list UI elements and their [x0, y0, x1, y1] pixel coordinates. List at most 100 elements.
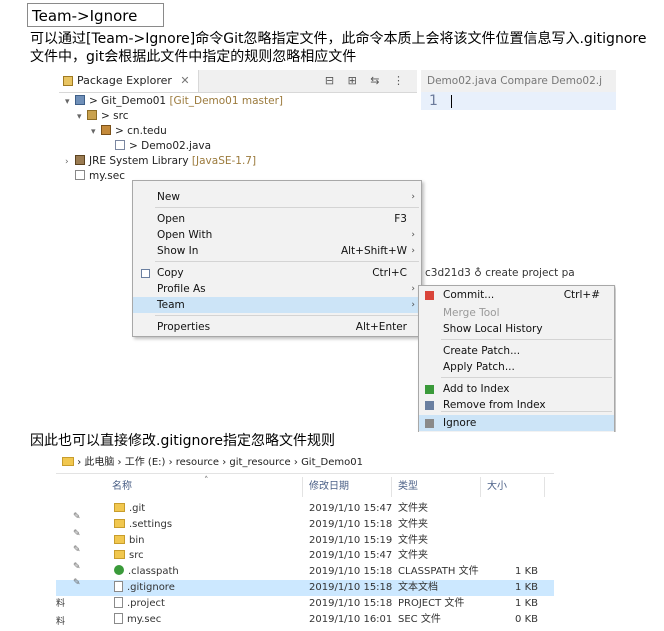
breadcrumb-item[interactable]: git_resource [229, 457, 290, 468]
eclipse-screenshot: Package Explorer ✕ ⊟ ⊞ ⇆ ⋮ ▾ > Git_Demo01… [59, 70, 616, 432]
menu-item-label: Show In [157, 245, 199, 257]
file-row[interactable]: .classpath 2019/1/10 15:18 CLASSPATH 文件 1 K… [56, 564, 554, 580]
submenu-arrow-icon: › [411, 230, 415, 240]
pin-icon[interactable]: ✎ [73, 545, 81, 555]
expand-arrow-icon[interactable]: ▾ [65, 95, 75, 110]
tree-item[interactable]: ▾ > src [65, 109, 415, 124]
submenu-arrow-icon: › [411, 246, 415, 256]
submenu-item-apply-patch[interactable]: Apply Patch... [419, 359, 614, 375]
file-row[interactable]: src 2019/1/10 15:47 文件夹 [56, 548, 554, 564]
project-tree: ▾ > Git_Demo01 [Git_Demo01 master] ▾ > src ▾… [65, 94, 415, 184]
pin-icon[interactable]: ✎ [73, 512, 81, 522]
breadcrumb-item[interactable]: Git_Demo01 [301, 457, 363, 468]
submenu-item-create-patch[interactable]: Create Patch... [419, 343, 614, 359]
tab-package-explorer[interactable]: Package Explorer ✕ [59, 70, 199, 92]
breadcrumb-item[interactable]: 此电脑 [84, 457, 114, 468]
file-name: .gitignore [114, 580, 175, 596]
submenu-item-commit[interactable]: Commit... Ctrl+# [419, 287, 614, 303]
file-row[interactable]: .settings 2019/1/10 15:18 文件夹 [56, 517, 554, 533]
package-explorer-label: Package Explorer [77, 74, 172, 87]
pin-icon[interactable]: ✎ [73, 529, 81, 539]
submenu-item-label: Add to Index [443, 383, 510, 395]
heading-box: Team->Ignore [27, 3, 164, 27]
submenu-item-label: Merge Tool [443, 307, 500, 319]
folder-icon [114, 550, 125, 560]
nav-pane-label[interactable]: 料 [56, 614, 65, 627]
package-icon [101, 125, 111, 135]
submenu-item-add-to-index[interactable]: Add to Index [419, 381, 614, 397]
java-file-icon [115, 140, 125, 150]
file-name: .project [114, 596, 165, 612]
address-bar[interactable]: › 此电脑 › 工作 (E:) › resource › git_resourc… [56, 453, 554, 474]
submenu-item-show-local-history[interactable]: Show Local History [419, 321, 614, 337]
collapse-arrow-icon[interactable]: › [65, 155, 75, 170]
menu-item-label: Open With [157, 229, 213, 241]
expand-arrow-icon[interactable]: ▾ [77, 110, 87, 125]
file-type: 文件夹 [398, 518, 428, 530]
file-type: SEC 文件 [398, 613, 441, 625]
column-size[interactable]: 大小 [487, 477, 507, 497]
close-icon[interactable]: ✕ [180, 74, 189, 87]
submenu-item-label: Ignore [443, 417, 477, 429]
submenu-item-label: Apply Patch... [443, 361, 515, 373]
pin-icon[interactable]: ✎ [73, 562, 81, 572]
breadcrumb-item[interactable]: 工作 (E:) [125, 457, 166, 468]
file-size: 0 KB [515, 613, 538, 625]
menu-item-shortcut: F3 [394, 213, 407, 225]
tree-item-decoration: [JavaSE-1.7] [188, 155, 257, 167]
file-type: CLASSPATH 文件 [398, 566, 479, 578]
menu-item-profile-as[interactable]: Profile As › [133, 281, 421, 297]
file-row[interactable]: .git 2019/1/10 15:47 文件夹 [56, 501, 554, 517]
menu-separator [155, 315, 419, 316]
menu-separator [155, 261, 419, 262]
column-divider [480, 477, 481, 497]
breadcrumb-separator-icon: › [165, 457, 176, 468]
commit-icon [425, 291, 434, 300]
folder-icon [114, 534, 125, 544]
tree-item-decoration: [Git_Demo01 master] [166, 95, 283, 107]
tree-item[interactable]: › JRE System Library [JavaSE-1.7] [65, 154, 415, 169]
file-name: my.sec [114, 612, 161, 628]
tree-item-label: > Demo02.java [129, 140, 212, 152]
file-name-label: .git [129, 503, 146, 514]
tree-item[interactable]: > Demo02.java [65, 139, 415, 154]
submenu-arrow-icon: › [411, 284, 415, 294]
menu-item-properties[interactable]: Properties Alt+Enter [133, 319, 421, 335]
menu-item-open[interactable]: Open F3 [133, 211, 421, 227]
tree-item[interactable]: ▾ > cn.tedu [65, 124, 415, 139]
view-toolbar-icons[interactable]: ⊟ ⊞ ⇆ ⋮ [325, 74, 409, 87]
expand-arrow-icon[interactable]: ▾ [91, 125, 101, 140]
pin-icon[interactable]: ✎ [73, 578, 81, 588]
menu-item-team[interactable]: Team › [133, 297, 421, 313]
menu-separator [155, 207, 419, 208]
tree-item[interactable]: ▾ > Git_Demo01 [Git_Demo01 master] [65, 94, 415, 109]
file-size: 1 KB [515, 582, 538, 593]
submenu-item-ignore[interactable]: Ignore [419, 415, 614, 431]
menu-item-open-with[interactable]: Open With › [133, 227, 421, 243]
file-row[interactable]: bin 2019/1/10 15:19 文件夹 [56, 533, 554, 549]
nav-pane-label[interactable]: 料 [56, 596, 65, 609]
submenu-item-label: Create Patch... [443, 345, 521, 357]
file-name-label: .gitignore [127, 582, 175, 593]
file-date: 2019/1/10 16:01 [309, 613, 393, 625]
menu-item-copy[interactable]: Copy Ctrl+C [133, 265, 421, 281]
file-date: 2019/1/10 15:18 [309, 566, 393, 578]
editor-tabs[interactable]: Demo02.java Compare Demo02.j [421, 70, 616, 93]
ignore-icon [425, 419, 434, 428]
file-row[interactable]: .project 2019/1/10 15:18 PROJECT 文件 1 KB [56, 596, 554, 612]
file-name-label: src [129, 550, 144, 562]
column-name[interactable]: 名称 [112, 477, 132, 497]
column-date[interactable]: 修改日期 [309, 477, 349, 497]
file-type: 文件夹 [398, 503, 428, 514]
file-size: 1 KB [515, 597, 538, 609]
menu-item-show-in[interactable]: Show In Alt+Shift+W › [133, 243, 421, 259]
line-number: 1 [429, 93, 438, 109]
column-type[interactable]: 类型 [398, 477, 418, 497]
menu-item-new[interactable]: New › [133, 189, 421, 205]
file-date: 2019/1/10 15:18 [309, 597, 393, 609]
menu-item-shortcut: Ctrl+C [372, 267, 407, 279]
file-row[interactable]: .gitignore 2019/1/10 15:18 文本文档 1 KB [56, 580, 554, 596]
breadcrumb-item[interactable]: resource [176, 457, 219, 468]
source-folder-icon [87, 110, 97, 120]
file-row[interactable]: my.sec 2019/1/10 16:01 SEC 文件 0 KB [56, 612, 554, 628]
